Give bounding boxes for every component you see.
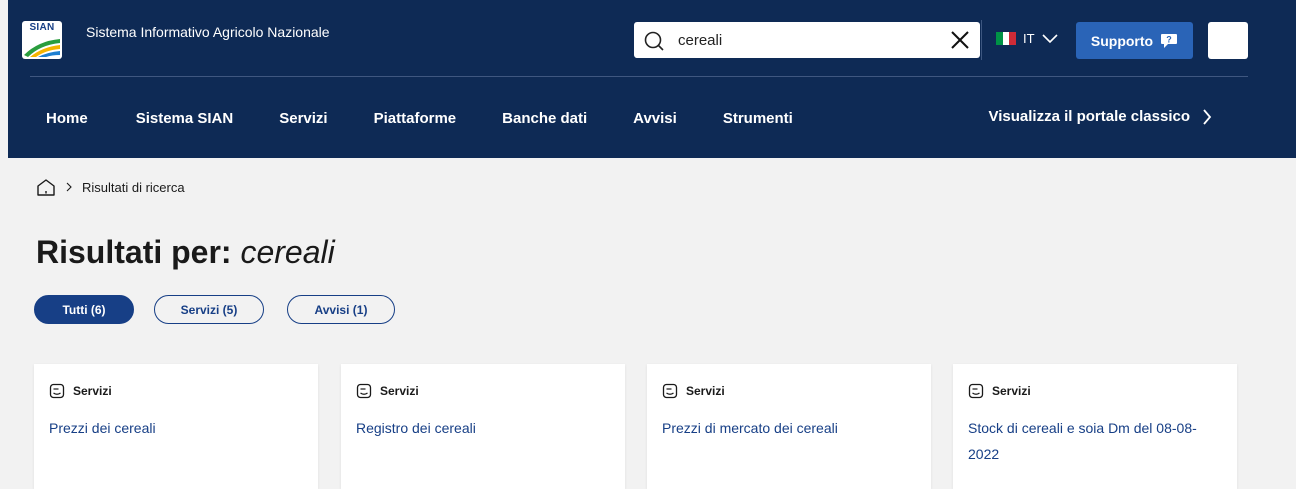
filter-chip-avvisi[interactable]: Avvisi (1) bbox=[287, 295, 395, 324]
home-icon[interactable] bbox=[36, 178, 56, 196]
header-separator bbox=[30, 76, 1248, 77]
result-card-type: Servizi bbox=[49, 383, 112, 399]
logo-fields-icon bbox=[24, 39, 60, 57]
nav-item-strumenti[interactable]: Strumenti bbox=[723, 110, 793, 127]
result-card-link[interactable]: Stock di cereali e soia Dm del 08-08-202… bbox=[968, 415, 1208, 467]
chevron-down-icon bbox=[1041, 33, 1058, 43]
result-card-type: Servizi bbox=[968, 383, 1031, 399]
support-label: Supporto bbox=[1090, 32, 1154, 49]
sian-logo[interactable]: SIAN bbox=[22, 21, 62, 59]
search-input[interactable] bbox=[678, 28, 918, 52]
result-card: Servizi Stock di cereali e soia Dm del 0… bbox=[953, 364, 1237, 489]
chevron-right-icon bbox=[1203, 108, 1212, 125]
breadcrumb: Risultati di ricerca bbox=[36, 178, 185, 196]
service-icon bbox=[356, 383, 372, 399]
service-icon bbox=[662, 383, 678, 399]
result-card-type-label: Servizi bbox=[686, 384, 725, 398]
result-card-type-label: Servizi bbox=[992, 384, 1031, 398]
chat-help-icon: ? bbox=[1161, 33, 1178, 48]
breadcrumb-separator-icon bbox=[66, 182, 72, 192]
result-card-type: Servizi bbox=[356, 383, 419, 399]
result-card-link[interactable]: Prezzi dei cereali bbox=[49, 415, 289, 441]
filter-chip-servizi[interactable]: Servizi (5) bbox=[154, 295, 264, 324]
result-card: Servizi Prezzi dei cereali bbox=[34, 364, 318, 489]
nav-item-piattaforme[interactable]: Piattaforme bbox=[374, 110, 457, 127]
nav-item-sistema-sian[interactable]: Sistema SIAN bbox=[136, 110, 234, 127]
filter-chip-tutti[interactable]: Tutti (6) bbox=[34, 295, 134, 324]
page-title: Risultati per: cereali bbox=[36, 234, 335, 271]
service-icon bbox=[49, 383, 65, 399]
user-menu-button[interactable] bbox=[1208, 22, 1248, 59]
logo-text: SIAN bbox=[29, 22, 55, 33]
nav-item-banche-dati[interactable]: Banche dati bbox=[502, 110, 587, 127]
nav-item-avvisi[interactable]: Avvisi bbox=[633, 110, 677, 127]
header-divider bbox=[981, 20, 982, 60]
italy-flag-icon bbox=[996, 32, 1017, 45]
support-button[interactable]: Supporto ? bbox=[1076, 22, 1193, 59]
site-name[interactable]: Sistema Informativo Agricolo Nazionale bbox=[86, 24, 330, 40]
language-code: IT bbox=[1023, 31, 1035, 46]
result-card-type-label: Servizi bbox=[73, 384, 112, 398]
service-icon bbox=[968, 383, 984, 399]
top-header: SIAN Sistema Informativo Agricolo Nazion… bbox=[8, 0, 1296, 158]
breadcrumb-current: Risultati di ricerca bbox=[82, 179, 185, 195]
search-box bbox=[634, 22, 980, 58]
classic-portal-link[interactable]: Visualizza il portale classico bbox=[989, 108, 1212, 125]
main-nav: Home Sistema SIAN Servizi Piattaforme Ba… bbox=[46, 110, 793, 127]
result-card-type-label: Servizi bbox=[380, 384, 419, 398]
page-title-query: cereali bbox=[240, 234, 335, 270]
nav-item-servizi[interactable]: Servizi bbox=[279, 110, 327, 127]
language-selector[interactable]: IT bbox=[996, 31, 1058, 46]
result-card-link[interactable]: Registro dei cereali bbox=[356, 415, 596, 441]
close-icon[interactable] bbox=[949, 29, 971, 51]
result-card: Servizi Registro dei cereali bbox=[341, 364, 625, 489]
classic-portal-label: Visualizza il portale classico bbox=[988, 108, 1190, 125]
search-icon[interactable] bbox=[643, 30, 665, 52]
nav-item-home[interactable]: Home bbox=[46, 110, 88, 127]
page-title-prefix: Risultati per: bbox=[36, 234, 232, 270]
result-card-link[interactable]: Prezzi di mercato dei cereali bbox=[662, 415, 902, 441]
result-card-type: Servizi bbox=[662, 383, 725, 399]
svg-text:?: ? bbox=[1166, 34, 1172, 44]
result-card: Servizi Prezzi di mercato dei cereali bbox=[647, 364, 931, 489]
